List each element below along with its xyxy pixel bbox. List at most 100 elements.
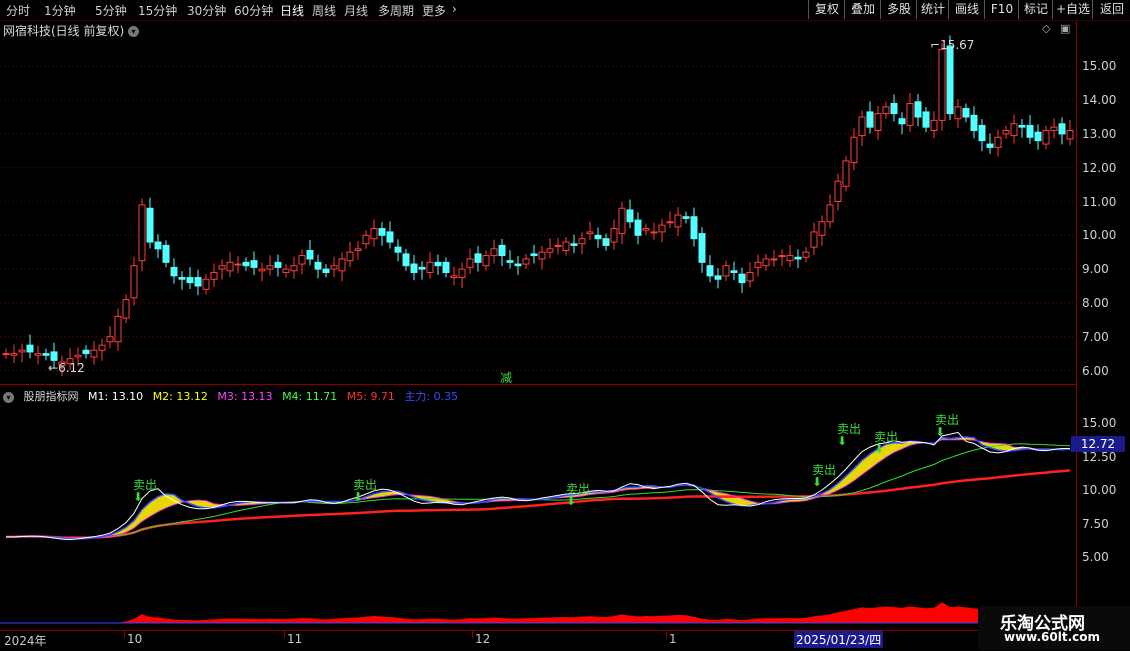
chevron-down-icon[interactable]: ▾	[3, 391, 14, 403]
candle-body[interactable]	[322, 268, 330, 273]
back-button[interactable]: 返回	[1092, 0, 1130, 19]
candle-body[interactable]	[882, 106, 890, 115]
candle-body[interactable]	[586, 231, 594, 235]
candle-body[interactable]	[610, 228, 618, 243]
period-tab-30min[interactable]: 30分钟	[187, 2, 226, 19]
candle-body[interactable]	[42, 353, 50, 356]
candle-body[interactable]	[2, 353, 10, 356]
candle-body[interactable]	[402, 253, 410, 267]
candle-body[interactable]	[82, 349, 90, 355]
candle-body[interactable]	[418, 266, 426, 270]
candle-body[interactable]	[50, 351, 58, 361]
draw-line-button[interactable]: 画线	[948, 0, 985, 19]
candle-body[interactable]	[146, 207, 154, 243]
candle-body[interactable]	[306, 250, 314, 260]
candle-body[interactable]	[642, 228, 650, 231]
candle-body[interactable]	[1066, 130, 1074, 140]
add-watchlist-button[interactable]: +自选	[1052, 0, 1093, 19]
candle-body[interactable]	[362, 234, 370, 245]
candle-body[interactable]	[802, 251, 810, 258]
candle-body[interactable]	[818, 221, 826, 236]
candle-body[interactable]	[338, 258, 346, 272]
candle-body[interactable]	[354, 248, 362, 252]
candle-body[interactable]	[946, 45, 954, 115]
candle-body[interactable]	[530, 253, 538, 257]
candle-body[interactable]	[866, 111, 874, 128]
candle-body[interactable]	[194, 277, 202, 287]
candle-body[interactable]	[618, 207, 626, 235]
candle-body[interactable]	[1010, 123, 1018, 137]
candle-body[interactable]	[874, 113, 882, 132]
candle-body[interactable]	[1050, 126, 1058, 132]
candle-body[interactable]	[714, 275, 722, 280]
overlay-button[interactable]: 叠加	[844, 0, 881, 19]
candle-body[interactable]	[514, 263, 522, 267]
fuquan-button[interactable]: 复权	[808, 0, 845, 19]
candle-body[interactable]	[170, 266, 178, 277]
candle-body[interactable]	[970, 114, 978, 132]
candle-body[interactable]	[858, 116, 866, 137]
candle-body[interactable]	[786, 255, 794, 262]
statistics-button[interactable]: 统计	[916, 0, 949, 19]
candle-body[interactable]	[490, 248, 498, 257]
candle-body[interactable]	[218, 265, 226, 270]
candle-body[interactable]	[890, 102, 898, 115]
candle-body[interactable]	[114, 315, 122, 343]
period-tab-multi[interactable]: 多周期	[378, 2, 414, 19]
candle-body[interactable]	[570, 243, 578, 246]
candle-body[interactable]	[386, 231, 394, 243]
period-tab-15min[interactable]: 15分钟	[138, 2, 177, 19]
candle-body[interactable]	[722, 265, 730, 277]
candle-body[interactable]	[442, 261, 450, 273]
candle-body[interactable]	[314, 261, 322, 270]
candle-body[interactable]	[26, 344, 34, 353]
candle-body[interactable]	[410, 263, 418, 273]
candle-body[interactable]	[498, 244, 506, 257]
period-tab-monthly[interactable]: 月线	[344, 2, 368, 19]
candle-body[interactable]	[938, 48, 946, 121]
candle-body[interactable]	[154, 241, 162, 250]
candle-body[interactable]	[1042, 130, 1050, 145]
candle-body[interactable]	[986, 143, 994, 148]
candle-body[interactable]	[898, 118, 906, 125]
candle-body[interactable]	[538, 251, 546, 260]
candle-body[interactable]	[770, 258, 778, 261]
candle-body[interactable]	[122, 299, 130, 319]
period-tab-weekly[interactable]: 周线	[312, 2, 336, 19]
candle-body[interactable]	[298, 255, 306, 265]
candle-body[interactable]	[842, 160, 850, 187]
candle-body[interactable]	[698, 233, 706, 263]
candle-body[interactable]	[426, 261, 434, 273]
period-tab-60min[interactable]: 60分钟	[234, 2, 273, 19]
candle-body[interactable]	[562, 241, 570, 252]
candle-body[interactable]	[930, 119, 938, 132]
candle-body[interactable]	[242, 261, 250, 267]
period-tab-5min[interactable]: 5分钟	[95, 2, 127, 19]
candle-body[interactable]	[914, 101, 922, 118]
candle-body[interactable]	[130, 265, 138, 299]
candle-body[interactable]	[650, 231, 658, 234]
candle-body[interactable]	[290, 265, 298, 272]
candle-body[interactable]	[202, 278, 210, 290]
candle-body[interactable]	[658, 224, 666, 233]
candle-body[interactable]	[450, 275, 458, 279]
candle-body[interactable]	[226, 261, 234, 272]
candle-body[interactable]	[594, 234, 602, 240]
candle-body[interactable]	[378, 228, 386, 236]
period-tab-1min[interactable]: 1分钟	[44, 2, 76, 19]
candle-body[interactable]	[554, 244, 562, 247]
candle-body[interactable]	[162, 244, 170, 263]
candle-body[interactable]	[1034, 131, 1042, 142]
candle-body[interactable]	[346, 251, 354, 262]
candle-body[interactable]	[794, 256, 802, 260]
period-tab-more[interactable]: 更多	[422, 2, 446, 19]
candle-body[interactable]	[954, 106, 962, 120]
candle-body[interactable]	[978, 124, 986, 142]
candle-body[interactable]	[18, 349, 26, 353]
candle-body[interactable]	[458, 268, 466, 279]
candle-body[interactable]	[90, 349, 98, 358]
candle-body[interactable]	[106, 336, 114, 343]
candle-body[interactable]	[466, 258, 474, 268]
indicator-chart[interactable]	[0, 385, 1076, 630]
candle-body[interactable]	[258, 268, 266, 272]
